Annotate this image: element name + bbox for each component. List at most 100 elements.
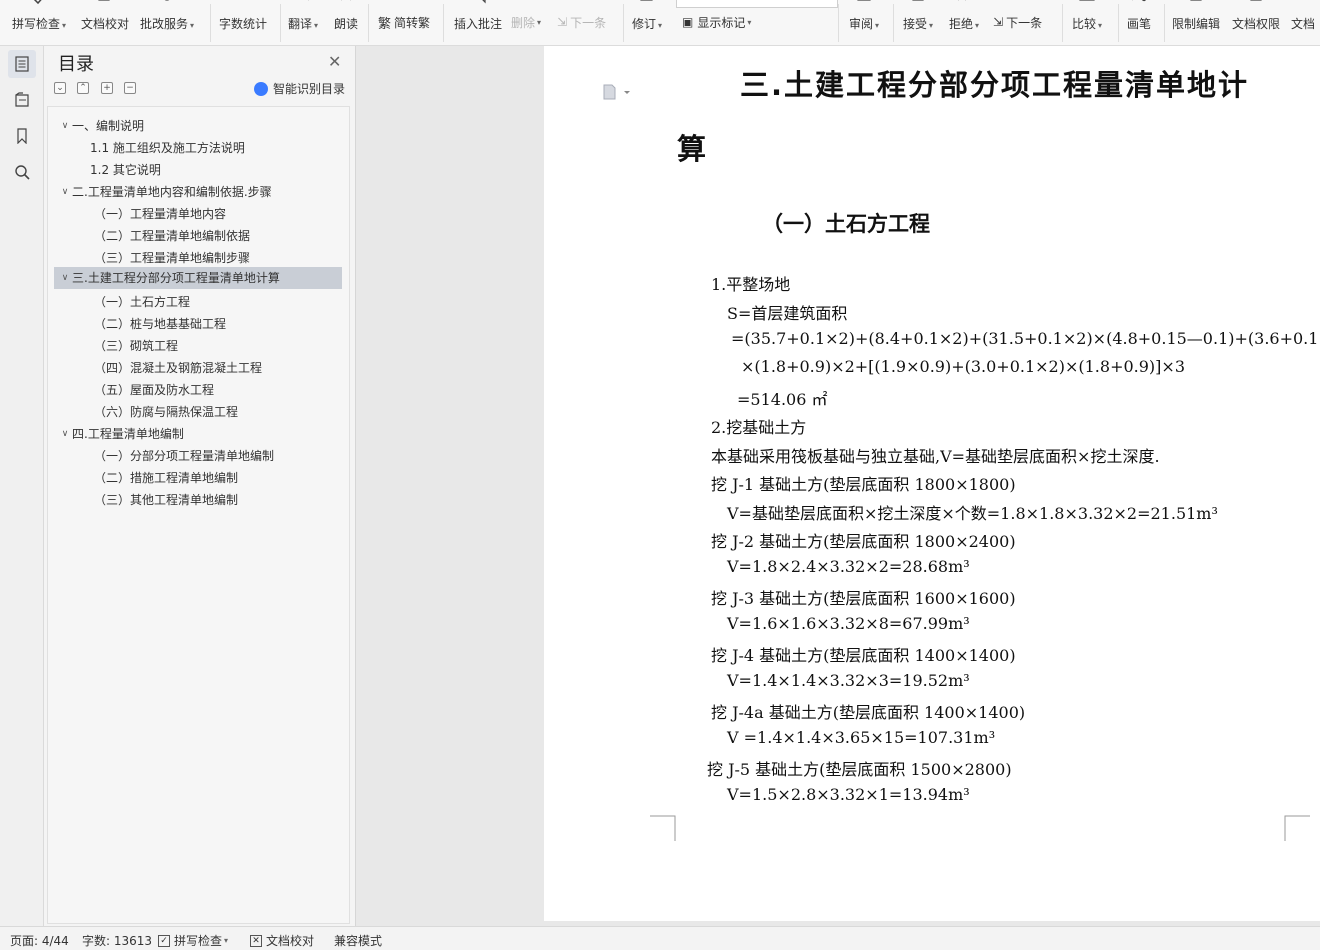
word-count-indicator[interactable]: 字数: 13613 [82, 932, 152, 949]
page-margin-corner [650, 815, 676, 841]
translate-button[interactable]: 翻译 ▾ [288, 0, 318, 45]
toc-item-label: （二）工程量清单地编制依据 [94, 229, 251, 243]
translate-icon [308, 0, 310, 1]
pen-label: 画笔 [1127, 17, 1152, 31]
revise-button[interactable]: 修订 ▾ [632, 0, 662, 45]
close-icon[interactable]: ✕ [328, 52, 341, 71]
chapter-nav-button[interactable] [8, 86, 36, 114]
bookmark-button[interactable] [8, 122, 36, 150]
toc-item[interactable]: （五）屋面及防水工程 [94, 379, 214, 401]
toc-item[interactable]: 1.1 施工组织及施工方法说明 [90, 137, 245, 159]
body-line: 挖 J-4a 基础土方(垫层底面积 1400×1400) [711, 703, 1026, 722]
collapse-all-icon[interactable]: ⌄ [54, 82, 66, 94]
toc-item-label: （二）桩与地基基础工程 [94, 317, 227, 331]
toc-item[interactable]: ∨ 一、编制说明 [58, 115, 144, 137]
restrict-edit-button[interactable]: 限制编辑 [1172, 0, 1220, 45]
bookmark-icon [17, 128, 27, 144]
toc-item-label: 四.工程量清单地编制 [72, 427, 184, 441]
body-line: =(35.7+0.1×2)+(8.4+0.1×2)+(31.5+0.1×2)×(… [731, 329, 1320, 348]
batch-service-button[interactable]: 批改服务 ▾ [140, 0, 194, 45]
remove-heading-icon[interactable]: − [124, 82, 136, 94]
show-marks-button[interactable]: ▣ 显示标记 ▾ [682, 12, 751, 32]
review-label: 审阅 [849, 17, 874, 31]
toc-item[interactable]: （六）防腐与隔热保温工程 [94, 401, 238, 423]
body-line: 挖 J-2 基础土方(垫层底面积 1800×2400) [711, 532, 1016, 551]
body-line: V=基础垫层底面积×挖土深度×个数=1.8×1.8×3.32×2=21.51m³ [727, 504, 1218, 523]
add-heading-icon[interactable]: + [101, 82, 113, 94]
toc-item[interactable]: （一）分部分项工程量清单地编制 [94, 445, 274, 467]
toc-item-label: （六）防腐与隔热保温工程 [94, 405, 239, 419]
translate-label: 翻译 [288, 17, 313, 31]
next-change-button[interactable]: ⇲ 下一条 [993, 12, 1042, 32]
section-subtitle: （一）土石方工程 [762, 212, 930, 236]
accept-icon [912, 0, 924, 1]
paragraph-doc-icon[interactable] [602, 84, 632, 100]
page-indicator[interactable]: 页面: 4/44 [10, 932, 69, 949]
next-comment-button[interactable]: ⇲ 下一条 [557, 12, 606, 32]
toc-panel-button[interactable] [8, 50, 36, 78]
body-line: 1.平整场地 [711, 275, 791, 294]
doc-proof-button[interactable]: 文档校对 [81, 0, 130, 45]
word-count-button[interactable]: 字数统计 [219, 0, 268, 45]
ribbon-separator [893, 4, 894, 42]
find-button[interactable] [8, 158, 36, 186]
document-page[interactable]: 三.土建工程分部分项工程量清单地计 算 （一）土石方工程 1.平整场地 S=首层… [544, 46, 1320, 921]
toc-item[interactable]: ∨ 四.工程量清单地编制 [58, 423, 184, 445]
smart-toc-label: 智能识别目录 [273, 82, 346, 96]
insert-comment-button[interactable]: 插入批注 [454, 0, 502, 45]
body-line: ×(1.8+0.9)×2+[(1.9×0.9)+(3.0+0.1×2)×(1.8… [741, 357, 1185, 376]
ribbon-separator [1118, 4, 1119, 42]
doc-permission-button[interactable]: 文档权限 [1232, 0, 1280, 45]
body-line: V=1.6×1.6×3.32×8=67.99m³ [727, 614, 970, 633]
show-marks-icon: ▣ [682, 15, 694, 29]
markup-display-select[interactable] [676, 0, 838, 8]
toc-item[interactable]: （二）措施工程清单地编制 [94, 467, 238, 489]
batch-service-label: 批改服务 [140, 17, 189, 31]
ribbon-separator [623, 4, 624, 42]
toc-item[interactable]: （三）工程量清单地编制步骤 [94, 247, 250, 269]
smart-toc-button[interactable]: 智能识别目录 [254, 80, 345, 97]
compat-mode-label: 兼容模式 [334, 934, 383, 948]
review-button[interactable]: 审阅 ▾ [849, 0, 879, 45]
status-spell-check[interactable]: ✓ 拼写检查 ▾ [158, 932, 228, 949]
heading-title-line1: 三.土建工程分部分项工程量清单地计 [740, 68, 1250, 102]
delete-comment-button[interactable]: 删除 ▾ [511, 12, 541, 32]
toc-item[interactable]: （三）砌筑工程 [94, 335, 178, 357]
expand-up-icon[interactable]: ⌃ [77, 82, 89, 94]
search-icon [15, 165, 30, 180]
heading-title-line2: 算 [677, 132, 709, 166]
body-line: S=首层建筑面积 [727, 304, 848, 323]
word-count-label: 字数统计 [219, 17, 268, 31]
reject-button[interactable]: 拒绝 ▾ [949, 0, 979, 45]
spell-check-button[interactable]: 拼写检查 ▾ [12, 0, 66, 45]
toc-tree: ∨ 一、编制说明 1.1 施工组织及施工方法说明 1.2 其它说明 ∨ 二.工程量清… [47, 106, 350, 924]
body-line: 挖 J-3 基础土方(垫层底面积 1600×1600) [711, 589, 1016, 608]
body-line: 挖 J-4 基础土方(垫层底面积 1400×1400) [711, 646, 1016, 665]
pen-button[interactable]: 画笔 [1127, 0, 1152, 45]
toc-item[interactable]: （一）工程量清单地内容 [94, 203, 226, 225]
accept-button[interactable]: 接受 ▾ [903, 0, 933, 45]
check-icon [33, 0, 42, 5]
toc-item[interactable]: （一）土石方工程 [94, 291, 190, 313]
show-marks-label: 显示标记 [697, 15, 746, 30]
toc-item[interactable]: （三）其他工程清单地编制 [94, 489, 238, 511]
toc-item[interactable]: 1.2 其它说明 [90, 159, 161, 181]
toc-item[interactable]: （四）混凝土及钢筋混凝土工程 [94, 357, 262, 379]
toc-item-label: （一）土石方工程 [94, 295, 191, 309]
status-doc-proof[interactable]: ✕ 文档校对 [250, 932, 314, 949]
chevron-down-icon: ∨ [61, 121, 69, 131]
toc-item-label: （二）措施工程清单地编制 [94, 471, 239, 485]
toc-item[interactable]: ∨ 二.工程量清单地内容和编制依据.步骤 [58, 181, 272, 203]
doc-proof-label: 文档校对 [81, 17, 130, 31]
simp-trad-button[interactable]: 繁 简转繁 [378, 12, 430, 32]
compare-button[interactable]: 比较 ▾ [1072, 0, 1102, 45]
body-line: V=1.4×1.4×3.32×3=19.52m³ [727, 671, 970, 690]
chevron-down-icon: ∨ [61, 187, 69, 197]
toc-item-selected[interactable]: ∨ 三.土建工程分部分项工程量清单地计算 [54, 267, 342, 289]
check-icon: ✓ [158, 934, 170, 947]
toc-item-label: （四）混凝土及钢筋混凝土工程 [94, 361, 263, 375]
doc-more-button[interactable]: 文档 [1291, 0, 1315, 45]
read-aloud-button[interactable]: 朗读 [334, 0, 358, 45]
toc-item[interactable]: （二）工程量清单地编制依据 [94, 225, 250, 247]
toc-item[interactable]: （二）桩与地基基础工程 [94, 313, 226, 335]
